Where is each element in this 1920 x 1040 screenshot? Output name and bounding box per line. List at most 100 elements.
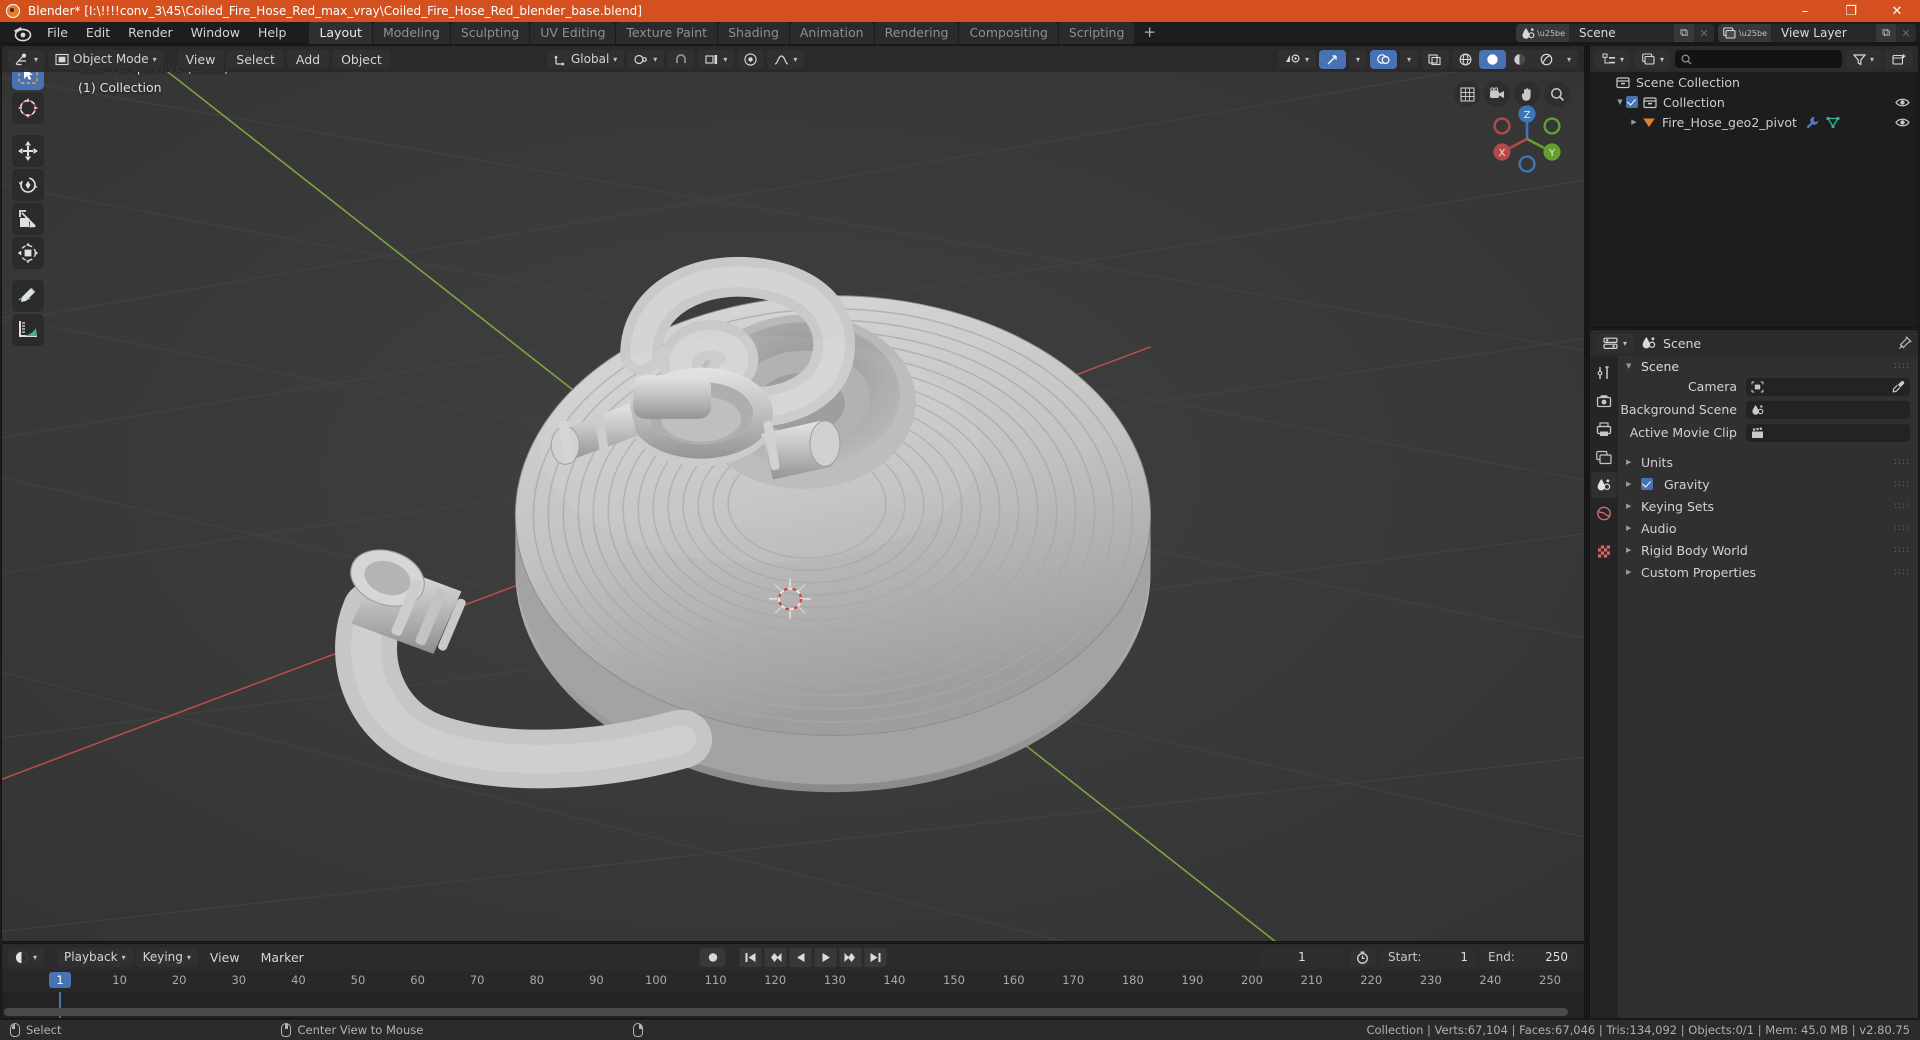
section-gravity[interactable]: ▶ Gravity ::::: [1618, 473, 1918, 495]
frame-start-field[interactable]: Start: 1: [1380, 947, 1476, 967]
new-scene-button[interactable]: ⧉: [1674, 24, 1695, 42]
tab-uv-editing[interactable]: UV Editing: [530, 21, 616, 44]
timeline-menu-view[interactable]: View: [201, 948, 249, 967]
auto-keyframe-button[interactable]: [699, 947, 726, 967]
viewport-menu-object[interactable]: Object: [332, 49, 391, 69]
background-scene-field[interactable]: [1746, 400, 1910, 419]
tab-sculpting[interactable]: Sculpting: [450, 21, 530, 44]
outliner-row-scene-collection[interactable]: Scene Collection: [1590, 72, 1918, 92]
texture-tab[interactable]: [1591, 538, 1617, 564]
timeline-ruler[interactable]: 1 10 20 30 40 50 60 70 80 90 100 110 120 130 140 150 160…: [2, 970, 1584, 992]
proportional-editing-toggle[interactable]: [737, 49, 765, 69]
tab-shading[interactable]: Shading: [718, 21, 789, 44]
remove-view-layer-button[interactable]: ✕: [1896, 24, 1916, 42]
scene-panel-header[interactable]: ▼ Scene ::::: [1618, 356, 1918, 376]
new-view-layer-button[interactable]: ⧉: [1876, 24, 1896, 42]
section-custom-properties[interactable]: ▶ Custom Properties ::::: [1618, 561, 1918, 583]
menu-edit[interactable]: Edit: [77, 23, 119, 42]
shading-material-preview-button[interactable]: [1505, 49, 1533, 69]
scale-tool[interactable]: [12, 203, 44, 235]
viewport-menu-select[interactable]: Select: [227, 49, 284, 69]
play-reverse-button[interactable]: [789, 947, 812, 967]
scene-browse-icon[interactable]: \u25be: [1516, 24, 1570, 42]
modifier-wrench-icon[interactable]: [1805, 116, 1819, 129]
proportional-falloff-selector[interactable]: ▾: [767, 49, 805, 69]
world-tab[interactable]: [1591, 500, 1617, 526]
timeline-menu-marker[interactable]: Marker: [252, 948, 313, 967]
jump-to-start-button[interactable]: [739, 947, 762, 967]
current-frame-field[interactable]: 1: [1259, 947, 1345, 967]
menu-render[interactable]: Render: [119, 23, 182, 42]
gravity-checkbox[interactable]: [1641, 478, 1653, 490]
outliner-search-input[interactable]: [1675, 50, 1842, 68]
frame-end-field[interactable]: End: 250: [1480, 947, 1576, 967]
viewport-menu-add[interactable]: Add: [286, 49, 330, 69]
properties-editor[interactable]: ▾ Scene ▼ Scene:::: Camera Background S…: [1589, 329, 1919, 1019]
annotate-tool[interactable]: [12, 280, 44, 312]
tab-modeling[interactable]: Modeling: [372, 21, 450, 44]
timeline-menu-playback[interactable]: Playback ▾: [57, 947, 133, 967]
show-gizmo-toggle[interactable]: [1318, 49, 1346, 69]
output-tab[interactable]: [1591, 416, 1617, 442]
timeline-editor-type-button[interactable]: ▾: [8, 947, 45, 967]
tab-animation[interactable]: Animation: [789, 21, 874, 44]
outliner-row-collection[interactable]: ▼ Collection: [1590, 92, 1918, 112]
playhead-frame-indicator[interactable]: 1: [49, 972, 71, 988]
tab-scripting[interactable]: Scripting: [1058, 21, 1135, 44]
camera-field[interactable]: [1746, 377, 1910, 396]
interaction-mode-selector[interactable]: Object Mode ▾: [48, 49, 164, 69]
section-audio[interactable]: ▶ Audio ::::: [1618, 517, 1918, 539]
show-overlays-toggle[interactable]: [1369, 49, 1397, 69]
outliner-display-mode-button[interactable]: ▾: [1635, 49, 1672, 69]
shading-options-selector[interactable]: ▾: [1559, 49, 1578, 69]
view-layer-name[interactable]: View Layer: [1771, 24, 1876, 42]
section-keying-sets[interactable]: ▶ Keying Sets ::::: [1618, 495, 1918, 517]
snap-target-selector[interactable]: ▾: [698, 49, 735, 69]
pin-icon[interactable]: [1898, 336, 1912, 350]
section-rigid-body-world[interactable]: ▶ Rigid Body World ::::: [1618, 539, 1918, 561]
view-layer-selector[interactable]: \u25be View Layer ⧉ ✕: [1718, 24, 1916, 42]
tab-compositing[interactable]: Compositing: [959, 21, 1058, 44]
rotate-tool[interactable]: [12, 169, 44, 201]
properties-editor-type-button[interactable]: ▾: [1596, 333, 1635, 353]
maximize-button[interactable]: ❐: [1828, 0, 1874, 22]
shading-solid-button[interactable]: [1478, 49, 1506, 69]
play-button[interactable]: [814, 947, 837, 967]
tab-texture-paint[interactable]: Texture Paint: [616, 21, 718, 44]
object-visibility-eye-icon[interactable]: [1895, 117, 1910, 128]
shading-rendered-button[interactable]: [1532, 49, 1560, 69]
jump-to-previous-keyframe-button[interactable]: [764, 947, 787, 967]
render-tab[interactable]: [1591, 388, 1617, 414]
active-movie-clip-field[interactable]: [1746, 423, 1910, 442]
tool-tab[interactable]: [1591, 360, 1617, 386]
scene-name[interactable]: Scene: [1569, 24, 1675, 42]
pivot-point-selector[interactable]: ▾: [627, 49, 665, 69]
timeline-editor[interactable]: ▾ Playback ▾ Keying ▾ View Marker 1 Star…: [1, 943, 1585, 1019]
transform-orientation-selector[interactable]: Global ▾: [547, 49, 625, 69]
menu-help[interactable]: Help: [249, 23, 296, 42]
outliner-editor[interactable]: ▾ ▾ ▾ Scene Collection ▼ Collection ▶ Fi…: [1589, 45, 1919, 328]
overlay-options-selector[interactable]: ▾: [1399, 49, 1418, 69]
measure-tool[interactable]: [12, 314, 44, 346]
outliner-row-object[interactable]: ▶ Fire_Hose_geo2_pivot: [1590, 112, 1918, 132]
use-preview-range-button[interactable]: [1349, 947, 1376, 967]
jump-to-next-keyframe-button[interactable]: [839, 947, 862, 967]
cursor-tool[interactable]: [12, 92, 44, 124]
blender-logo-icon[interactable]: [12, 24, 32, 42]
view-layer-browse-icon[interactable]: \u25be: [1718, 24, 1771, 42]
view-layer-tab[interactable]: [1591, 444, 1617, 470]
menu-window[interactable]: Window: [182, 23, 249, 42]
disclosure-triangle[interactable]: ▶: [1628, 118, 1640, 126]
unlink-scene-button[interactable]: ✕: [1694, 24, 1715, 42]
navigation-gizmo[interactable]: Z Y X: [1484, 96, 1570, 182]
menu-file[interactable]: File: [38, 23, 77, 42]
timeline-body[interactable]: [2, 992, 1584, 1018]
timeline-menu-keying[interactable]: Keying ▾: [135, 947, 198, 967]
visibility-selector[interactable]: ▾: [1277, 49, 1316, 69]
xray-toggle[interactable]: [1420, 49, 1449, 69]
jump-to-end-button[interactable]: [864, 947, 887, 967]
tab-layout[interactable]: Layout: [309, 21, 372, 44]
tab-rendering[interactable]: Rendering: [874, 21, 959, 44]
collection-visibility-eye-icon[interactable]: [1895, 97, 1910, 108]
new-collection-button[interactable]: [1885, 49, 1913, 69]
